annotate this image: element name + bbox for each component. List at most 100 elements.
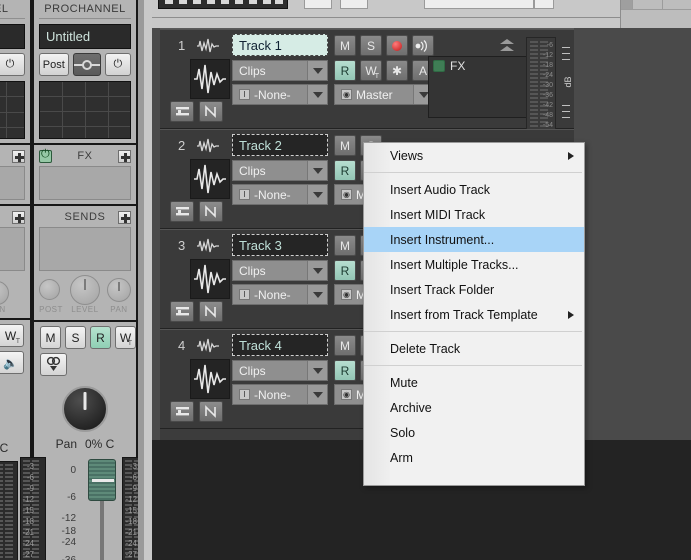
automation-button[interactable] <box>199 401 223 422</box>
chevron-down-icon[interactable] <box>307 385 327 404</box>
chevron-down-icon[interactable] <box>307 161 327 180</box>
write-automation-button[interactable]: WT <box>360 60 382 81</box>
sends-rack-partial[interactable] <box>0 227 25 271</box>
track-name-field-partial[interactable] <box>0 24 25 49</box>
chevron-down-icon[interactable] <box>307 261 327 280</box>
menu-item-views[interactable]: Views <box>364 143 584 168</box>
level-knob[interactable] <box>69 275 100 305</box>
pan-knob-partial[interactable] <box>0 281 9 305</box>
add-send-button[interactable] <box>118 210 131 224</box>
track-icon[interactable] <box>190 359 230 399</box>
fx-rack[interactable] <box>39 166 131 200</box>
add-send-button-partial[interactable] <box>12 210 25 224</box>
track-lanes-button[interactable] <box>170 301 194 322</box>
menu-item-insert-from-track-template[interactable]: Insert from Track Template <box>364 302 584 327</box>
track-name-input[interactable]: Track 2 <box>232 134 328 156</box>
solo-button[interactable]: S <box>360 35 382 56</box>
add-fx-button-partial[interactable] <box>12 149 25 163</box>
volume-fader-handle[interactable] <box>88 459 116 501</box>
track-name-field[interactable]: Untitled <box>39 24 131 49</box>
mute-button[interactable]: M <box>40 326 61 349</box>
track-icon[interactable] <box>190 259 230 299</box>
track-output-dropdown[interactable]: ◉ Master <box>334 84 434 105</box>
read-automation-button[interactable]: R <box>334 160 356 181</box>
mute-button[interactable]: M <box>334 35 356 56</box>
read-automation-button[interactable]: R <box>334 60 356 81</box>
interleave-button[interactable] <box>40 353 67 376</box>
transport-display[interactable] <box>158 0 288 9</box>
console-scroll-edge[interactable] <box>144 0 152 560</box>
automation-button[interactable] <box>199 301 223 322</box>
read-automation-button[interactable]: R <box>334 260 356 281</box>
power-button-partial[interactable]: ⏻ <box>0 53 25 76</box>
chevron-down-icon[interactable] <box>307 361 327 380</box>
track-icon[interactable] <box>190 159 230 199</box>
track-source-dropdown[interactable]: I -None- <box>232 284 328 305</box>
toolbar-field[interactable] <box>424 0 534 9</box>
panel-cell[interactable] <box>663 0 691 10</box>
post-knob[interactable] <box>39 279 61 300</box>
menu-item-solo[interactable]: Solo <box>364 420 584 445</box>
automation-button[interactable] <box>199 201 223 222</box>
menu-item-insert-audio-track[interactable]: Insert Audio Track <box>364 177 584 202</box>
toolbar-button-3[interactable] <box>534 0 554 9</box>
fx-power-icon[interactable] <box>39 148 52 163</box>
track-source-dropdown[interactable]: I -None- <box>232 184 328 205</box>
track-name-input[interactable]: Track 4 <box>232 334 328 356</box>
freeze-button[interactable]: ✱ <box>386 60 408 81</box>
input-echo-button[interactable] <box>412 35 434 56</box>
sends-rack[interactable] <box>39 227 131 271</box>
chevron-down-icon[interactable] <box>307 185 327 204</box>
input-echo-button-partial[interactable]: 🔈 <box>0 351 24 374</box>
mute-button[interactable]: M <box>334 235 356 256</box>
fx-power-icon[interactable] <box>433 59 445 72</box>
read-automation-button[interactable]: R <box>334 360 356 381</box>
menu-item-archive[interactable]: Archive <box>364 395 584 420</box>
menu-item-delete-track[interactable]: Delete Track <box>364 336 584 361</box>
send-pan-knob[interactable] <box>106 278 131 302</box>
fx-rack-partial[interactable] <box>0 166 25 200</box>
post-button[interactable]: Post <box>39 53 69 76</box>
menu-item-insert-instrument[interactable]: Insert Instrument... <box>364 227 584 252</box>
track-lanes-button[interactable] <box>170 201 194 222</box>
track-fx-pane[interactable]: FX + <box>428 56 538 118</box>
panel-cell[interactable] <box>633 0 663 10</box>
track-source-dropdown[interactable]: I -None- <box>232 384 328 405</box>
chevron-down-icon[interactable] <box>307 285 327 304</box>
add-fx-button[interactable] <box>118 149 131 163</box>
write-automation-button[interactable]: WT <box>115 326 136 349</box>
track-name-input[interactable]: Track 3 <box>232 234 328 256</box>
toolbar-button-1[interactable] <box>304 0 332 9</box>
collapse-track-button[interactable] <box>500 39 514 53</box>
routing-icon-button[interactable] <box>72 53 101 76</box>
menu-item-mute[interactable]: Mute <box>364 370 584 395</box>
track-icon[interactable] <box>190 59 230 99</box>
power-button[interactable]: ⏻ <box>104 53 131 76</box>
mute-button[interactable]: M <box>334 335 356 356</box>
track-input-dropdown[interactable]: Clips <box>232 360 328 381</box>
eq-display[interactable] <box>39 81 131 139</box>
read-automation-button[interactable]: R <box>90 326 111 349</box>
panel-cell[interactable] <box>621 0 633 10</box>
track-input-dropdown[interactable]: Clips <box>232 260 328 281</box>
track-lanes-button[interactable] <box>170 101 194 122</box>
automation-button[interactable] <box>199 101 223 122</box>
pan-knob-large[interactable] <box>62 386 108 432</box>
write-automation-button-partial[interactable]: WT <box>0 324 24 347</box>
solo-button[interactable]: S <box>65 326 86 349</box>
track-input-dropdown[interactable]: Clips <box>232 60 328 81</box>
menu-item-arm[interactable]: Arm <box>364 445 584 470</box>
menu-item-insert-midi-track[interactable]: Insert MIDI Track <box>364 202 584 227</box>
track-source-dropdown[interactable]: I -None- <box>232 84 328 105</box>
eq-display-partial[interactable] <box>0 81 25 139</box>
track-lanes-button[interactable] <box>170 401 194 422</box>
record-arm-button[interactable] <box>386 35 408 56</box>
chevron-down-icon[interactable] <box>307 61 327 80</box>
chevron-down-icon[interactable] <box>307 85 327 104</box>
toolbar-button-2[interactable] <box>340 0 368 9</box>
menu-item-insert-track-folder[interactable]: Insert Track Folder <box>364 277 584 302</box>
menu-item-insert-multiple-tracks[interactable]: Insert Multiple Tracks... <box>364 252 584 277</box>
track-header[interactable]: 1 Track 1 Clips I -None- ◉ Master M S R … <box>160 29 574 133</box>
track-name-input[interactable]: Track 1 <box>232 34 328 56</box>
track-input-dropdown[interactable]: Clips <box>232 160 328 181</box>
